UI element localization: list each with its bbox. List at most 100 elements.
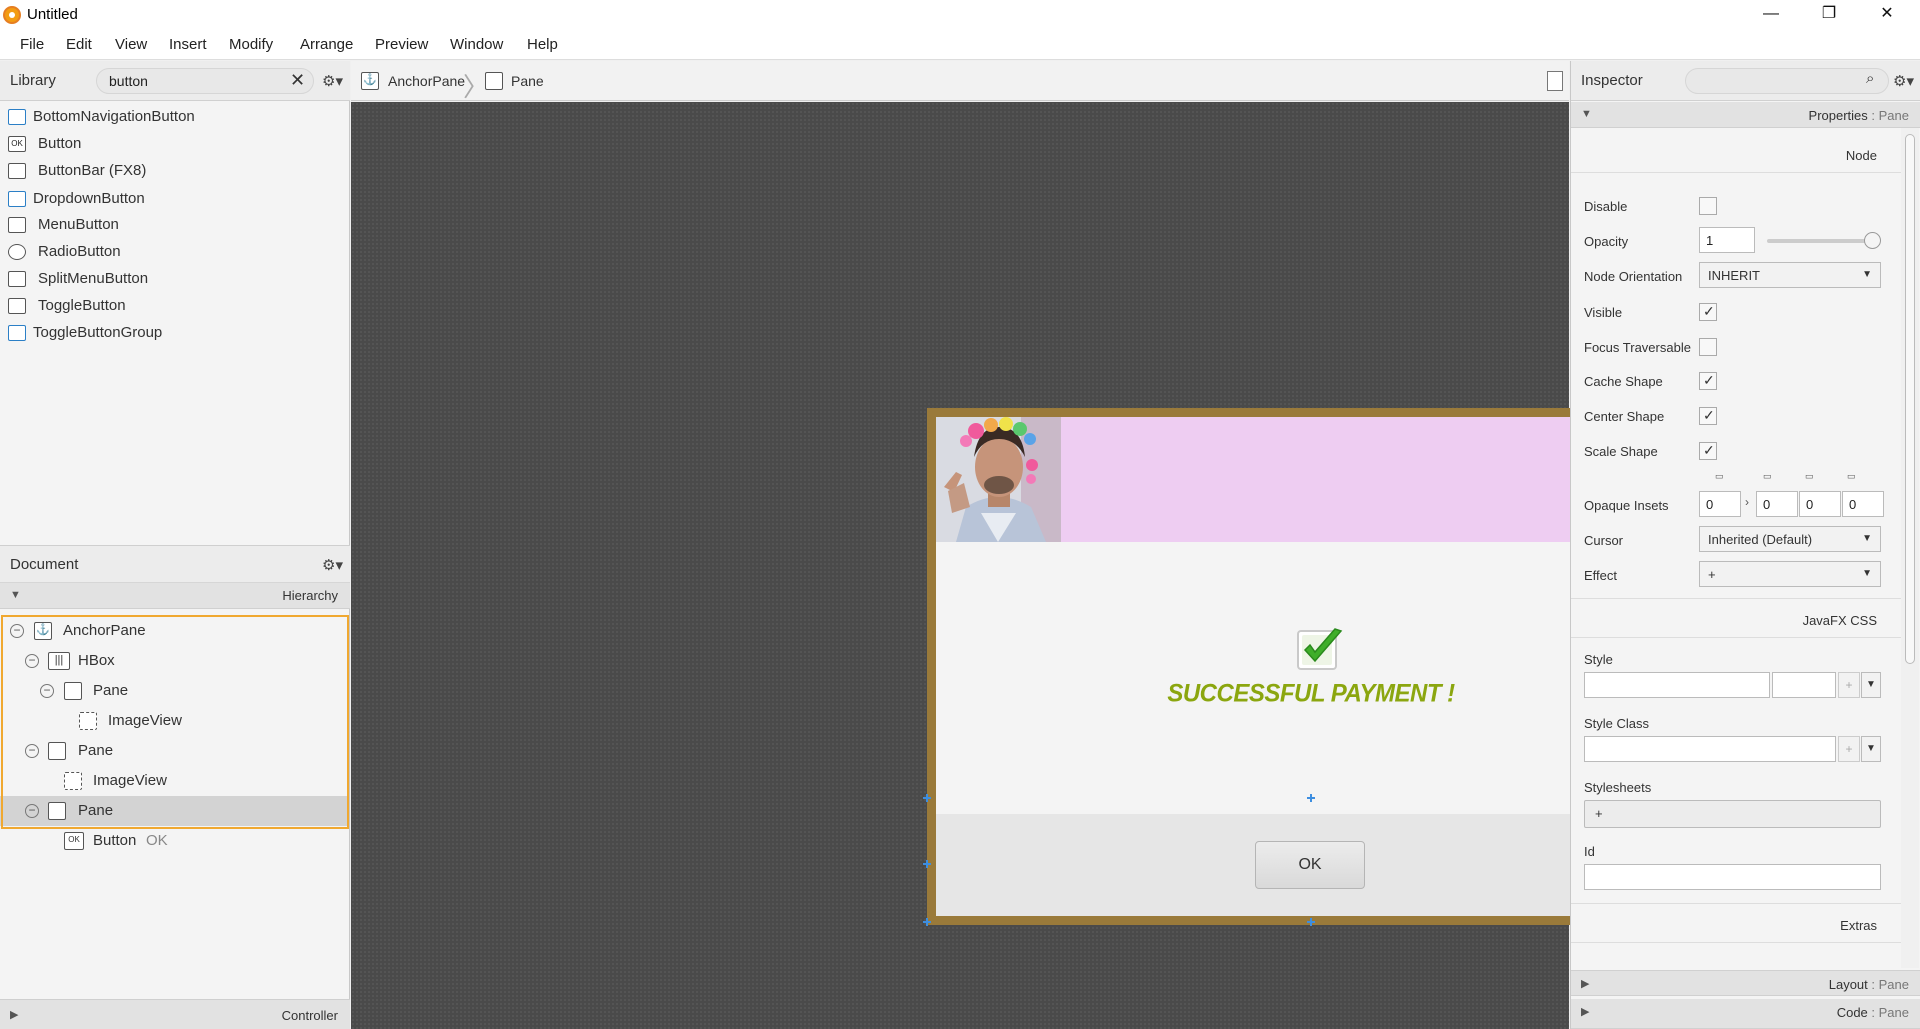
close-button[interactable]: ✕: [1858, 0, 1916, 30]
menu-window[interactable]: Window: [450, 36, 503, 53]
library-item[interactable]: OK Button: [0, 132, 350, 156]
opaque-insets-right-field[interactable]: [1756, 491, 1798, 517]
expand-triangle-icon: ▶: [10, 1009, 19, 1021]
scale-shape-checkbox[interactable]: [1699, 442, 1717, 460]
visible-checkbox[interactable]: [1699, 303, 1717, 321]
inspector-settings-gear-icon[interactable]: ⚙▾: [1893, 72, 1914, 90]
clear-search-icon[interactable]: ✕: [290, 70, 305, 91]
center-shape-checkbox[interactable]: [1699, 407, 1717, 425]
id-field[interactable]: [1584, 864, 1881, 890]
controller-section-bar[interactable]: ▶ Controller: [0, 999, 350, 1029]
style-value-field[interactable]: [1772, 672, 1836, 698]
document-icon[interactable]: [1547, 71, 1563, 91]
title-bar: Untitled — ❐ ✕: [0, 0, 1920, 30]
opaque-insets-left-field[interactable]: [1842, 491, 1884, 517]
link-chevron-icon[interactable]: ›: [1745, 495, 1749, 509]
resize-handle[interactable]: [923, 794, 931, 802]
style-field[interactable]: [1584, 672, 1770, 698]
library-title: Library: [10, 72, 56, 89]
library-settings-gear-icon[interactable]: ⚙▾: [322, 72, 343, 90]
menu-modify[interactable]: Modify: [229, 36, 273, 53]
prop-label: Visible: [1584, 305, 1623, 320]
focus-traversable-checkbox[interactable]: [1699, 338, 1717, 356]
section-label: Properties: [1808, 108, 1868, 123]
resize-handle[interactable]: [923, 918, 931, 926]
menu-edit[interactable]: Edit: [66, 36, 92, 53]
library-item-label: ToggleButton: [38, 297, 126, 314]
menu-view[interactable]: View: [115, 36, 147, 53]
anchor-pane-icon: ⚓: [361, 72, 379, 90]
prop-label: Opaque Insets: [1584, 498, 1669, 513]
opaque-insets-bottom-field[interactable]: [1799, 491, 1841, 517]
menu-insert[interactable]: Insert: [169, 36, 207, 53]
ok-button-icon: OK: [8, 136, 26, 152]
divider: [1571, 598, 1901, 599]
menu-preview[interactable]: Preview: [375, 36, 428, 53]
prop-label: Node Orientation: [1584, 269, 1683, 284]
library-item[interactable]: SplitMenuButton: [0, 267, 350, 291]
ok-button-icon: OK: [64, 832, 84, 850]
opacity-field[interactable]: [1699, 227, 1755, 253]
tree-row-button[interactable]: OK Button OK: [0, 826, 348, 856]
effect-select[interactable]: + ▼: [1699, 561, 1881, 587]
menu-arrange[interactable]: Arrange: [300, 36, 353, 53]
resize-handle[interactable]: [1307, 918, 1315, 926]
design-canvas[interactable]: SUCCESSFUL PAYMENT ! OK: [351, 102, 1695, 1029]
search-icon[interactable]: ⌕: [1866, 70, 1874, 87]
library-item[interactable]: RadioButton: [0, 240, 350, 264]
library-item[interactable]: ToggleButton: [0, 294, 350, 318]
library-item[interactable]: MenuButton: [0, 213, 350, 237]
section-label: Code: [1836, 1005, 1868, 1020]
prop-label: Center Shape: [1584, 409, 1665, 424]
inspector-title: Inspector: [1581, 72, 1643, 89]
hierarchy-section-bar[interactable]: ▼ Hierarchy: [0, 583, 350, 609]
library-search-input[interactable]: [96, 68, 314, 94]
prop-label: Style Class: [1584, 716, 1650, 731]
add-stylesheet-button[interactable]: +: [1584, 800, 1881, 828]
cache-shape-checkbox[interactable]: [1699, 372, 1717, 390]
library-item[interactable]: BottomNavigationButton: [0, 105, 350, 129]
library-item[interactable]: ToggleButtonGroup: [0, 321, 350, 345]
document-settings-gear-icon[interactable]: ⚙▾: [322, 556, 343, 574]
layout-section-bar[interactable]: ▶ Layout : Pane: [1571, 970, 1920, 996]
menu-help[interactable]: Help: [527, 36, 558, 53]
expand-triangle-icon: ▼: [10, 589, 21, 601]
library-item[interactable]: DropdownButton: [0, 187, 350, 211]
resize-handle[interactable]: [923, 860, 931, 868]
prop-label: Opacity: [1584, 234, 1629, 249]
inspector-scrollbar[interactable]: [1901, 128, 1919, 968]
chevron-down-icon[interactable]: ▼: [1861, 736, 1881, 762]
opacity-slider-thumb[interactable]: [1864, 232, 1881, 249]
restore-button[interactable]: ❐: [1800, 0, 1858, 30]
add-style-button[interactable]: +: [1838, 672, 1860, 698]
inspector-search-input[interactable]: [1685, 68, 1889, 94]
breadcrumb-item-pane[interactable]: Pane: [511, 73, 544, 89]
chevron-down-icon[interactable]: ▼: [1861, 672, 1881, 698]
split-menu-button-icon: [8, 271, 26, 287]
ok-button[interactable]: OK: [1255, 841, 1365, 889]
library-item[interactable]: ButtonBar (FX8): [0, 159, 350, 183]
opacity-slider-track[interactable]: [1767, 239, 1873, 243]
prop-label: Id: [1584, 844, 1595, 859]
chevron-down-icon: ▼: [1862, 533, 1872, 544]
disable-checkbox[interactable]: [1699, 197, 1717, 215]
node-orientation-select[interactable]: INHERIT ▼: [1699, 262, 1881, 288]
resize-handle[interactable]: [1307, 794, 1315, 802]
breadcrumb-item-anchorpane[interactable]: AnchorPane: [388, 73, 465, 89]
minimize-button[interactable]: —: [1742, 0, 1800, 30]
menu-file[interactable]: File: [20, 36, 44, 53]
cursor-select[interactable]: Inherited (Default) ▼: [1699, 526, 1881, 552]
library-item-label: ToggleButtonGroup: [33, 324, 163, 341]
prop-label: Cursor: [1584, 533, 1624, 548]
add-style-class-button[interactable]: +: [1838, 736, 1860, 762]
profile-photo[interactable]: [936, 417, 1061, 542]
scrollbar-thumb[interactable]: [1905, 134, 1915, 664]
code-section-bar[interactable]: ▶ Code : Pane: [1571, 999, 1920, 1029]
opaque-insets-top-field[interactable]: [1699, 491, 1741, 517]
style-class-field[interactable]: [1584, 736, 1836, 762]
properties-section-bar[interactable]: ▼ Properties : Pane: [1571, 102, 1920, 128]
inspector-panel: Inspector ⌕ ⚙▾ ▼ Properties : Pane Node …: [1570, 61, 1920, 1029]
chevron-down-icon: ▼: [1862, 568, 1872, 579]
divider: [1571, 903, 1901, 904]
library-header: Library ✕ ⚙▾: [0, 61, 350, 101]
